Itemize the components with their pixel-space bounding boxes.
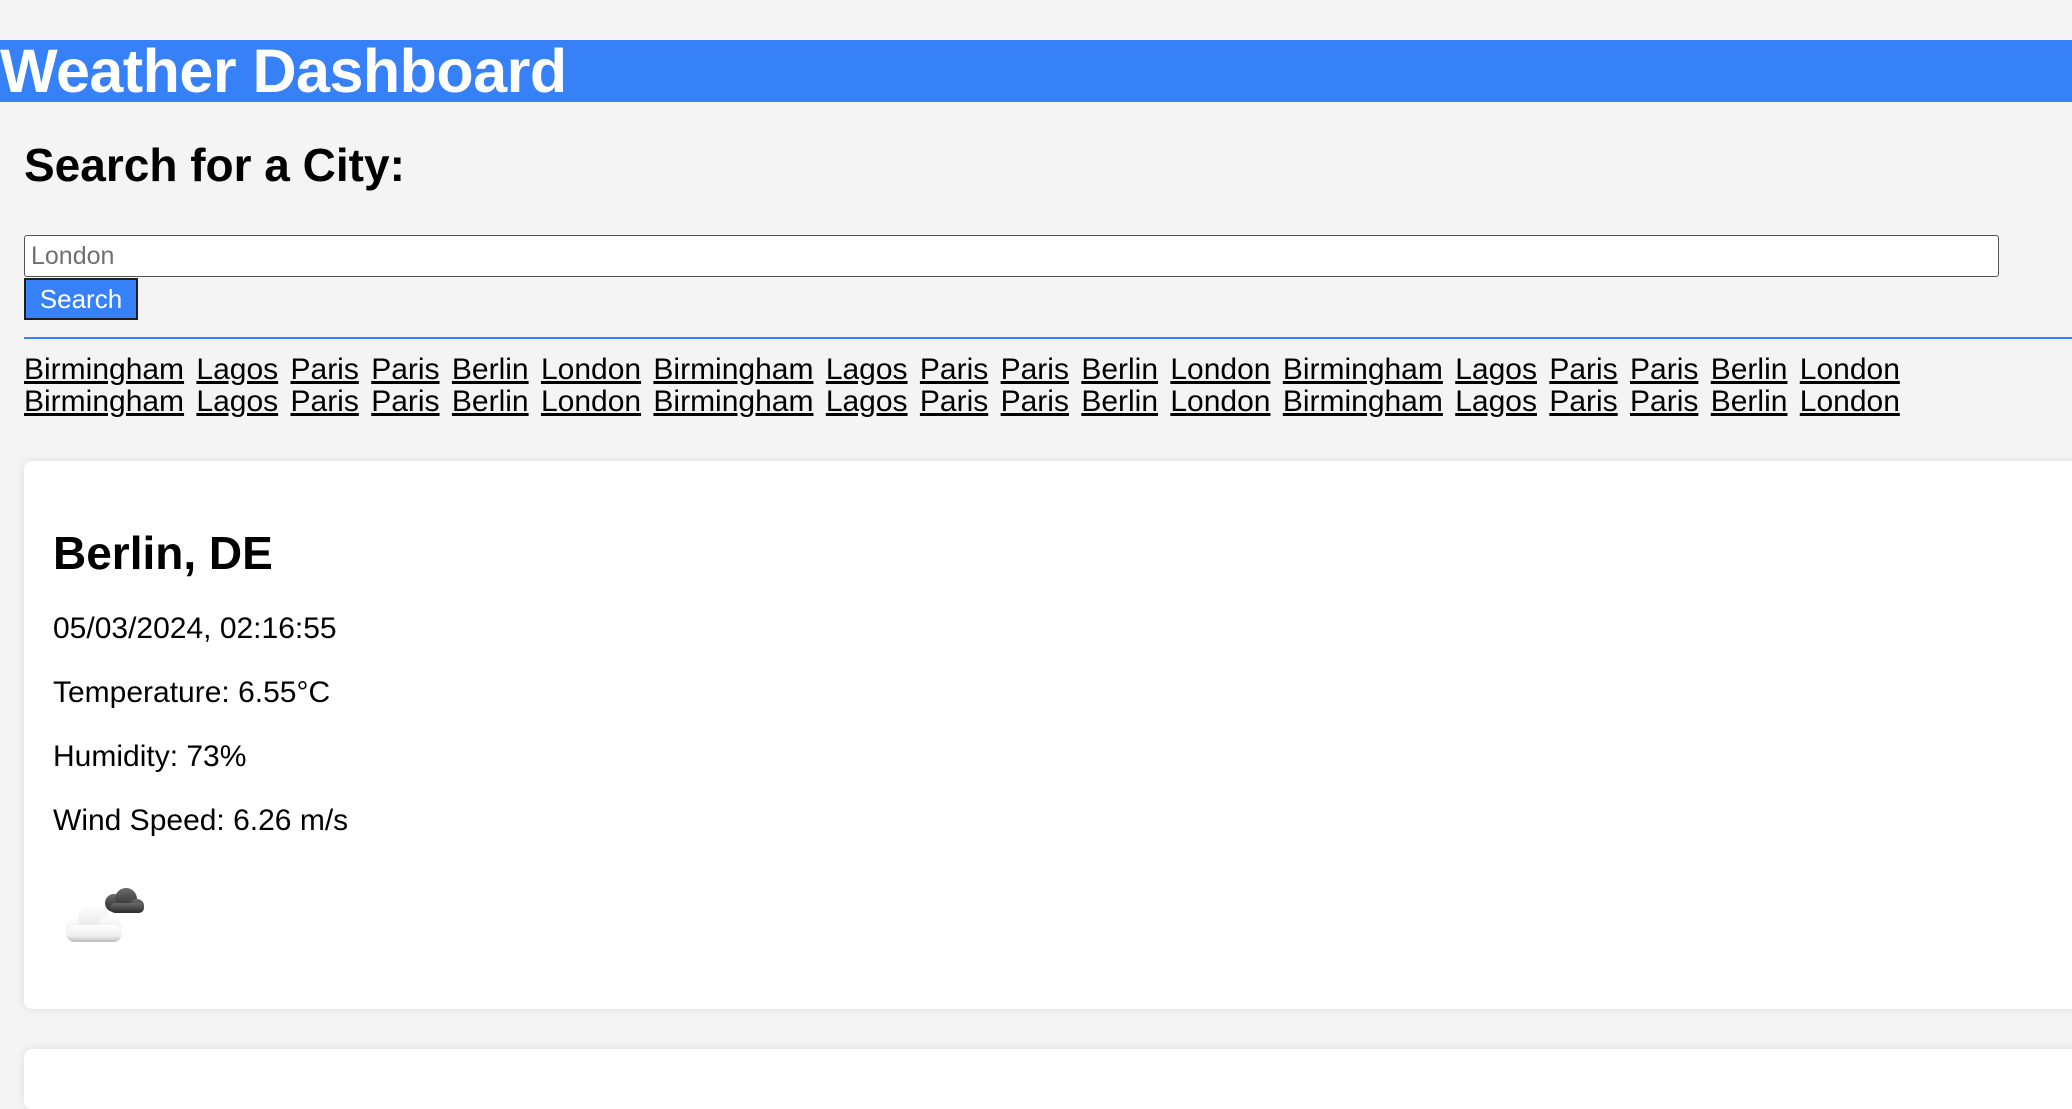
history-link-lagos[interactable]: Lagos <box>1455 354 1537 386</box>
history-link-berlin[interactable]: Berlin <box>1711 354 1788 386</box>
history-link-london[interactable]: London <box>1170 354 1270 386</box>
history-link-lagos[interactable]: Lagos <box>196 385 278 418</box>
history-link-berlin[interactable]: Berlin <box>1081 354 1158 386</box>
city-search-input[interactable] <box>24 235 1999 277</box>
history-link-birmingham[interactable]: Birmingham <box>1283 354 1443 386</box>
cloud-icon <box>66 888 144 942</box>
history-link-london[interactable]: London <box>541 354 641 386</box>
history-link-lagos[interactable]: Lagos <box>196 417 278 421</box>
history-link-birmingham[interactable]: Birmingham <box>1283 385 1443 418</box>
temperature: Temperature: 6.55°C <box>53 676 331 709</box>
history-link-paris[interactable]: Paris <box>1630 354 1698 386</box>
history-link-paris[interactable]: Paris <box>1001 385 1069 418</box>
history-link-paris[interactable]: Paris <box>920 354 988 386</box>
history-link-london[interactable]: London <box>1800 354 1900 386</box>
history-link-paris[interactable]: Paris <box>1001 354 1069 386</box>
history-link-lagos[interactable]: Lagos <box>1455 385 1537 418</box>
history-link-birmingham[interactable]: Birmingham <box>24 354 184 386</box>
search-history-list: Birmingham Lagos Paris Paris Berlin Lond… <box>24 354 2072 420</box>
history-link-london[interactable]: London <box>1800 385 1900 418</box>
history-link-paris[interactable]: Paris <box>291 417 359 421</box>
history-link-lagos[interactable]: Lagos <box>826 354 908 386</box>
history-link-berlin[interactable]: Berlin <box>1081 385 1158 418</box>
history-link-paris[interactable]: Paris <box>371 385 439 418</box>
history-link-paris[interactable]: Paris <box>1630 385 1698 418</box>
current-weather-card: Berlin, DE 05/03/2024, 02:16:55 Temperat… <box>24 461 2072 1009</box>
history-link-berlin[interactable]: Berlin <box>1711 385 1788 418</box>
date-time: 05/03/2024, 02:16:55 <box>53 612 337 645</box>
history-link-lagos[interactable]: Lagos <box>196 354 278 386</box>
history-link-paris[interactable]: Paris <box>1549 354 1617 386</box>
forecast-card <box>24 1049 2072 1109</box>
search-heading: Search for a City: <box>24 139 405 191</box>
history-link-birmingham[interactable]: Birmingham <box>24 417 184 421</box>
page-title: Weather Dashboard <box>0 37 567 105</box>
wind-speed: Wind Speed: 6.26 m/s <box>53 804 349 837</box>
history-link-berlin[interactable]: Berlin <box>452 385 529 418</box>
history-link-birmingham[interactable]: Birmingham <box>24 385 184 418</box>
app-header: Weather Dashboard <box>0 40 2072 102</box>
history-link-paris[interactable]: Paris <box>371 354 439 386</box>
history-link-lagos[interactable]: Lagos <box>826 385 908 418</box>
humidity: Humidity: 73% <box>53 740 247 773</box>
history-link-london[interactable]: London <box>1170 385 1270 418</box>
city-name: Berlin, DE <box>53 527 273 579</box>
history-link-birmingham[interactable]: Birmingham <box>653 385 813 418</box>
history-link-paris[interactable]: Paris <box>291 385 359 418</box>
history-link-birmingham[interactable]: Birmingham <box>653 354 813 386</box>
divider <box>24 337 2072 339</box>
history-link-paris[interactable]: Paris <box>920 385 988 418</box>
history-link-london[interactable]: London <box>541 385 641 418</box>
history-link-paris[interactable]: Paris <box>291 354 359 386</box>
history-link-berlin[interactable]: Berlin <box>452 354 529 386</box>
search-button[interactable]: Search <box>24 278 138 320</box>
history-link-paris[interactable]: Paris <box>1549 385 1617 418</box>
